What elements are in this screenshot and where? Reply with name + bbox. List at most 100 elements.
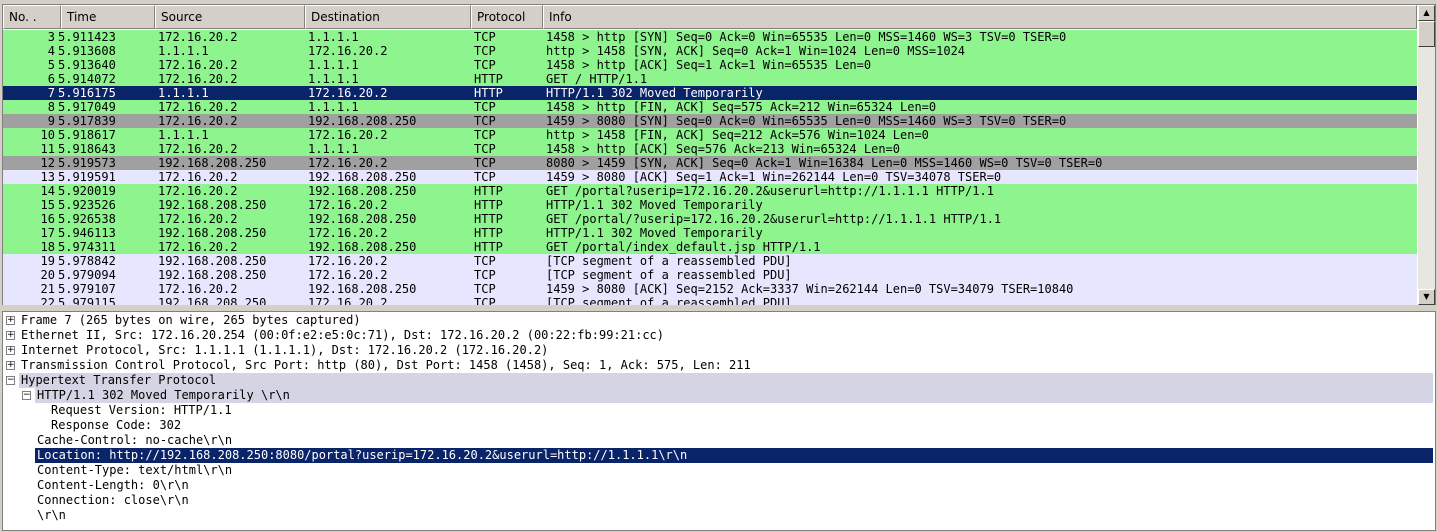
packet-row[interactable]: 16 5.926538 172.16.20.2 192.168.208.250 HTTP… bbox=[3, 212, 1417, 226]
column-header-protocol[interactable]: Protocol bbox=[471, 5, 543, 29]
detail-row[interactable]: Internet Protocol, Src: 1.1.1.1 (1.1.1.1… bbox=[19, 343, 1433, 358]
packet-time: 5.916175 bbox=[58, 86, 116, 100]
detail-row[interactable]: Content-Type: text/html\r\n bbox=[35, 463, 1433, 478]
packet-source: 192.168.208.250 bbox=[158, 226, 267, 240]
detail-row[interactable]: HTTP/1.1 302 Moved Temporarily \r\n bbox=[35, 388, 1433, 403]
packet-number: 16 bbox=[40, 212, 55, 226]
detail-row[interactable]: Transmission Control Protocol, Src Port:… bbox=[19, 358, 1433, 373]
detail-row[interactable]: Cache-Control: no-cache\r\n bbox=[35, 433, 1433, 448]
packet-info: HTTP/1.1 302 Moved Temporarily bbox=[546, 226, 763, 240]
packet-destination: 192.168.208.250 bbox=[308, 170, 417, 184]
detail-row[interactable]: Content-Length: 0\r\n bbox=[35, 478, 1433, 493]
expand-icon[interactable]: + bbox=[6, 346, 15, 355]
packet-row[interactable]: 12 5.919573 192.168.208.250 172.16.20.2 TCP 8… bbox=[3, 156, 1417, 170]
detail-row[interactable]: Response Code: 302 bbox=[49, 418, 1433, 433]
packet-destination: 172.16.20.2 bbox=[308, 156, 388, 170]
packet-row[interactable]: 15 5.923526 192.168.208.250 172.16.20.2 HTTP… bbox=[3, 198, 1417, 212]
expand-icon[interactable]: + bbox=[6, 316, 15, 325]
packet-row[interactable]: 21 5.979107 172.16.20.2 192.168.208.250 TCP 1… bbox=[3, 282, 1417, 296]
packet-row[interactable]: 20 5.979094 192.168.208.250 172.16.20.2 TCP [… bbox=[3, 268, 1417, 282]
packet-row[interactable]: 11 5.918643 172.16.20.2 1.1.1.1 TCP 1458 > ht… bbox=[3, 142, 1417, 156]
detail-text: Content-Type: text/html\r\n bbox=[37, 463, 233, 477]
packet-row[interactable]: 3 5.911423 172.16.20.2 1.1.1.1 TCP 1458 > htt… bbox=[3, 30, 1417, 44]
scroll-down-button[interactable]: ▼ bbox=[1418, 289, 1435, 305]
detail-text: Connection: close\r\n bbox=[37, 493, 189, 507]
packet-protocol: TCP bbox=[474, 268, 496, 282]
packet-protocol: HTTP bbox=[474, 184, 503, 198]
column-header-source[interactable]: Source bbox=[155, 5, 305, 29]
packet-protocol: TCP bbox=[474, 30, 496, 44]
packet-time: 5.914072 bbox=[58, 72, 116, 86]
packet-source: 172.16.20.2 bbox=[158, 100, 238, 114]
packet-source: 172.16.20.2 bbox=[158, 184, 238, 198]
packet-time: 5.917049 bbox=[58, 100, 116, 114]
packet-destination: 192.168.208.250 bbox=[308, 212, 417, 226]
packet-number: 10 bbox=[40, 128, 55, 142]
packet-protocol: TCP bbox=[474, 128, 496, 142]
packet-row[interactable]: 17 5.946113 192.168.208.250 172.16.20.2 HTTP… bbox=[3, 226, 1417, 240]
packet-source: 192.168.208.250 bbox=[158, 296, 267, 305]
detail-row[interactable]: \r\n bbox=[35, 508, 1433, 523]
packet-info: HTTP/1.1 302 Moved Temporarily bbox=[546, 86, 763, 100]
packet-details-pane[interactable]: Frame 7 (265 bytes on wire, 265 bytes ca… bbox=[2, 311, 1436, 531]
collapse-icon[interactable]: − bbox=[6, 376, 15, 385]
expand-icon[interactable]: + bbox=[6, 361, 15, 370]
packet-time: 5.946113 bbox=[58, 226, 116, 240]
column-header-time[interactable]: Time bbox=[61, 5, 155, 29]
scrollbar-thumb[interactable] bbox=[1418, 21, 1435, 47]
packet-info: 1458 > http [SYN] Seq=0 Ack=0 Win=65535 … bbox=[546, 30, 1067, 44]
detail-row[interactable]: Ethernet II, Src: 172.16.20.254 (00:0f:e… bbox=[19, 328, 1433, 343]
packet-source: 172.16.20.2 bbox=[158, 240, 238, 254]
packet-destination: 172.16.20.2 bbox=[308, 254, 388, 268]
packet-row[interactable]: 7 5.916175 1.1.1.1 172.16.20.2 HTTP HTTP/1.1 … bbox=[3, 86, 1417, 100]
packet-destination: 192.168.208.250 bbox=[308, 184, 417, 198]
packet-info: GET /portal/index_default.jsp HTTP/1.1 bbox=[546, 240, 821, 254]
packet-row[interactable]: 10 5.918617 1.1.1.1 172.16.20.2 TCP http > 14… bbox=[3, 128, 1417, 142]
packet-protocol: TCP bbox=[474, 142, 496, 156]
packet-row[interactable]: 4 5.913608 1.1.1.1 172.16.20.2 TCP http > 145… bbox=[3, 44, 1417, 58]
packet-number: 7 bbox=[47, 86, 55, 100]
packet-destination: 192.168.208.250 bbox=[308, 240, 417, 254]
detail-row[interactable]: Location: http://192.168.208.250:8080/po… bbox=[35, 448, 1433, 463]
packet-protocol: HTTP bbox=[474, 198, 503, 212]
packet-source: 172.16.20.2 bbox=[158, 282, 238, 296]
packet-number: 6 bbox=[47, 72, 55, 86]
packet-time: 5.979107 bbox=[58, 282, 116, 296]
packet-row[interactable]: 19 5.978842 192.168.208.250 172.16.20.2 TCP [… bbox=[3, 254, 1417, 268]
packet-time: 5.918643 bbox=[58, 142, 116, 156]
packet-row[interactable]: 14 5.920019 172.16.20.2 192.168.208.250 HTTP… bbox=[3, 184, 1417, 198]
packet-row[interactable]: 8 5.917049 172.16.20.2 1.1.1.1 TCP 1458 > htt… bbox=[3, 100, 1417, 114]
packet-row[interactable]: 22 5.979115 192.168.208.250 172.16.20.2 TCP [… bbox=[3, 296, 1417, 305]
packet-list-pane[interactable]: No. . Time Source Destination Protocol I… bbox=[2, 4, 1436, 306]
packet-row[interactable]: 5 5.913640 172.16.20.2 1.1.1.1 TCP 1458 > htt… bbox=[3, 58, 1417, 72]
packet-info: 1458 > http [ACK] Seq=576 Ack=213 Win=65… bbox=[546, 142, 901, 156]
detail-row[interactable]: Frame 7 (265 bytes on wire, 265 bytes ca… bbox=[19, 313, 1433, 328]
packet-row[interactable]: 9 5.917839 172.16.20.2 192.168.208.250 TCP 14… bbox=[3, 114, 1417, 128]
packet-number: 19 bbox=[40, 254, 55, 268]
detail-text: Hypertext Transfer Protocol bbox=[21, 373, 217, 387]
detail-text: Ethernet II, Src: 172.16.20.254 (00:0f:e… bbox=[21, 328, 664, 342]
column-header-destination[interactable]: Destination bbox=[305, 5, 471, 29]
packet-destination: 172.16.20.2 bbox=[308, 128, 388, 142]
expand-icon[interactable]: + bbox=[6, 331, 15, 340]
detail-row[interactable]: Hypertext Transfer Protocol bbox=[19, 373, 1433, 388]
packet-row[interactable]: 13 5.919591 172.16.20.2 192.168.208.250 TCP 1… bbox=[3, 170, 1417, 184]
detail-row[interactable]: Connection: close\r\n bbox=[35, 493, 1433, 508]
packet-list-scrollbar[interactable]: ▲ ▼ bbox=[1418, 5, 1435, 305]
packet-protocol: TCP bbox=[474, 114, 496, 128]
scroll-up-button[interactable]: ▲ bbox=[1418, 5, 1435, 21]
packet-source: 1.1.1.1 bbox=[158, 86, 209, 100]
packet-protocol: TCP bbox=[474, 296, 496, 305]
packet-destination: 1.1.1.1 bbox=[308, 58, 359, 72]
packet-row[interactable]: 6 5.914072 172.16.20.2 1.1.1.1 HTTP GET / HTT… bbox=[3, 72, 1417, 86]
collapse-icon[interactable]: − bbox=[22, 391, 31, 400]
detail-text: Transmission Control Protocol, Src Port:… bbox=[21, 358, 751, 372]
packet-source: 192.168.208.250 bbox=[158, 254, 267, 268]
packet-row[interactable]: 18 5.974311 172.16.20.2 192.168.208.250 HTTP… bbox=[3, 240, 1417, 254]
packet-destination: 192.168.208.250 bbox=[308, 282, 417, 296]
column-header-info[interactable]: Info bbox=[543, 5, 1417, 29]
triangle-down-icon: ▼ bbox=[1423, 292, 1430, 301]
column-header-no[interactable]: No. . bbox=[3, 5, 61, 29]
packet-protocol: HTTP bbox=[474, 72, 503, 86]
detail-row[interactable]: Request Version: HTTP/1.1 bbox=[49, 403, 1433, 418]
